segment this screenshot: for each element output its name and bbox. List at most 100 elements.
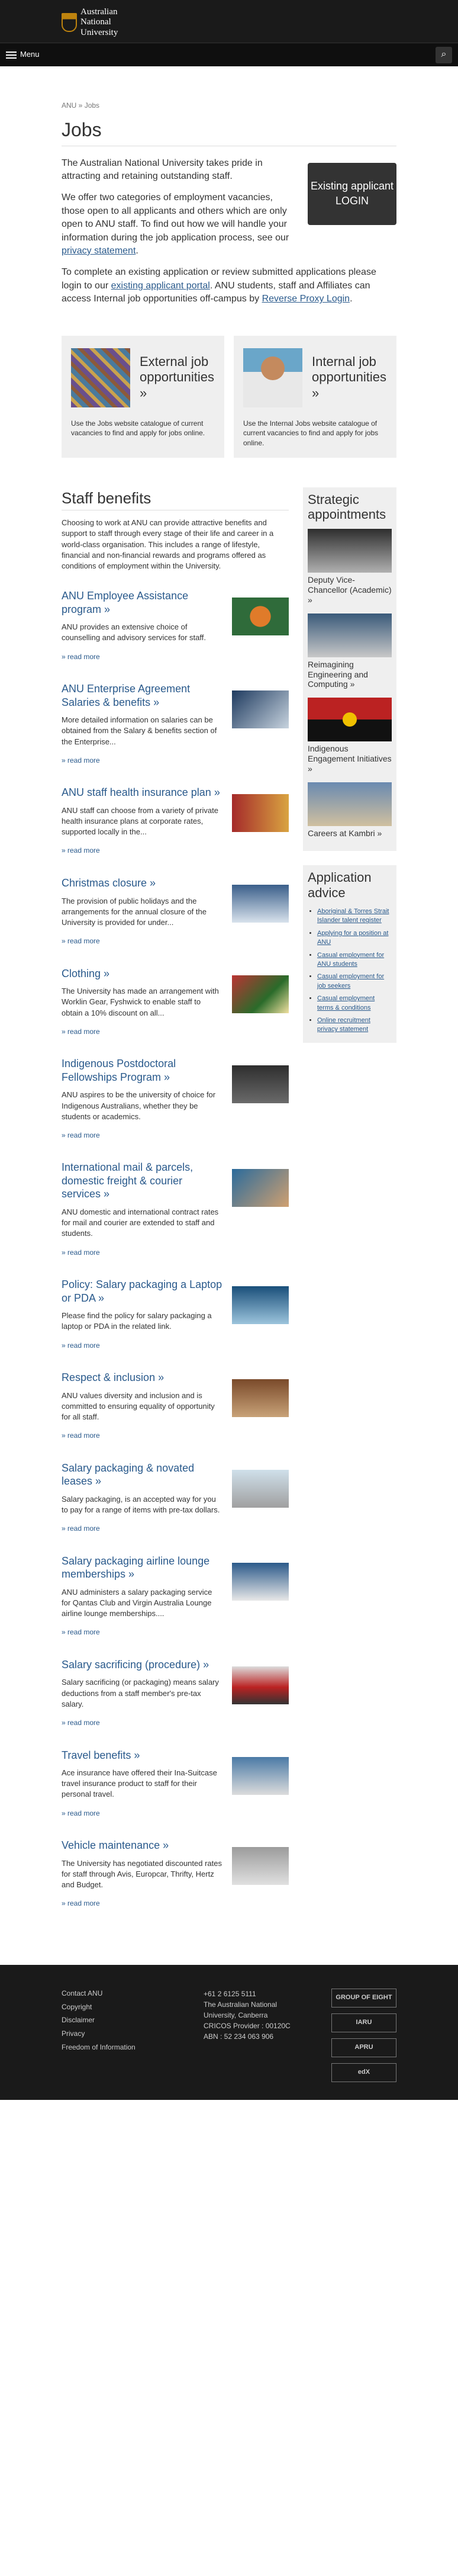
job-card-header: External job opportunities »: [71, 345, 215, 410]
read-more-link[interactable]: » read more: [62, 1809, 100, 1817]
read-more-link[interactable]: » read more: [62, 1899, 100, 1907]
main-content: ANU » Jobs Jobs The Australian National …: [0, 66, 458, 1929]
intro-section: The Australian National University takes…: [62, 157, 396, 266]
benefit-body: Policy: Salary packaging a Laptop or PDA…: [62, 1278, 222, 1351]
menu-button[interactable]: Menu: [6, 49, 40, 60]
benefit-text: Salary packaging, is an accepted way for…: [62, 1494, 220, 1514]
benefit-thumbnail[interactable]: [232, 1286, 289, 1325]
benefit-thumbnail[interactable]: [232, 1666, 289, 1704]
benefit-title-link[interactable]: Salary sacrificing (procedure) »: [62, 1658, 222, 1672]
read-more-link[interactable]: » read more: [62, 756, 100, 765]
benefit-title-link[interactable]: Clothing »: [62, 967, 222, 981]
external-jobs-link[interactable]: External job opportunities »: [140, 354, 215, 401]
existing-applicant-login-button[interactable]: Existing applicant LOGIN: [308, 162, 396, 225]
internal-jobs-link[interactable]: Internal job opportunities »: [312, 354, 387, 401]
read-more-link[interactable]: » read more: [62, 1628, 100, 1636]
existing-applicant-portal-link[interactable]: existing applicant portal: [111, 281, 210, 291]
advice-link[interactable]: Casual employment terms & conditions: [317, 995, 375, 1011]
benefit-thumbnail[interactable]: [232, 1756, 289, 1795]
benefit-thumbnail[interactable]: [232, 1469, 289, 1508]
read-more-link[interactable]: » read more: [62, 1131, 100, 1139]
benefit-thumbnail[interactable]: [232, 1065, 289, 1104]
internal-jobs-image[interactable]: [243, 348, 302, 407]
appointment-link[interactable]: Indigenous Engagement Initiatives »: [308, 744, 392, 773]
read-more-link[interactable]: » read more: [62, 1524, 100, 1533]
benefit-title-link[interactable]: Salary packaging airline lounge membersh…: [62, 1554, 222, 1581]
benefit-item: ANU Employee Assistance program » ANU pro…: [62, 589, 289, 662]
read-more-link[interactable]: » read more: [62, 1248, 100, 1257]
appointment-image[interactable]: [308, 529, 392, 573]
footer-link-foi[interactable]: Freedom of Information: [62, 2043, 136, 2051]
benefit-title-link[interactable]: Salary packaging & novated leases »: [62, 1462, 222, 1488]
external-jobs-image[interactable]: [71, 348, 130, 407]
appointment-link[interactable]: Careers at Kambri »: [308, 828, 392, 839]
benefit-body: Respect & inclusion » ANU values diversit…: [62, 1371, 222, 1441]
benefit-item: Clothing » The University has made an arr…: [62, 967, 289, 1038]
benefit-body: Indigenous Postdoctoral Fellowships Prog…: [62, 1057, 222, 1141]
go8-logo[interactable]: GROUP OF EIGHT: [331, 1988, 396, 2008]
advice-link[interactable]: Online recruitment privacy statement: [317, 1017, 370, 1033]
benefit-thumbnail[interactable]: [232, 885, 289, 923]
job-cards: External job opportunities » Use the Job…: [62, 335, 396, 458]
footer-link-disclaimer[interactable]: Disclaimer: [62, 2016, 95, 2024]
read-more-link[interactable]: » read more: [62, 937, 100, 945]
aboriginal-flag-image[interactable]: [308, 698, 392, 742]
footer-link-copyright[interactable]: Copyright: [62, 2003, 92, 2011]
read-more-link[interactable]: » read more: [62, 1027, 100, 1036]
benefit-thumbnail[interactable]: [232, 690, 289, 729]
benefit-thumbnail[interactable]: [232, 1562, 289, 1601]
benefit-item: International mail & parcels, domestic f…: [62, 1161, 289, 1258]
appointment-link[interactable]: Reimagining Engineering and Computing »: [308, 660, 392, 689]
page-title: Jobs: [62, 117, 396, 146]
benefit-title-link[interactable]: Respect & inclusion »: [62, 1371, 222, 1385]
advice-link[interactable]: Casual employment for ANU students: [317, 952, 384, 968]
search-button[interactable]: ⌕: [436, 46, 452, 63]
appointment-image[interactable]: [308, 613, 392, 657]
read-more-link[interactable]: » read more: [62, 1431, 100, 1440]
read-more-link[interactable]: » read more: [62, 1341, 100, 1350]
benefit-title-link[interactable]: Indigenous Postdoctoral Fellowships Prog…: [62, 1057, 222, 1084]
benefit-body: Salary sacrificing (procedure) » Salary s…: [62, 1658, 222, 1729]
benefit-title-link[interactable]: ANU staff health insurance plan »: [62, 786, 222, 799]
benefit-text: The provision of public holidays and the…: [62, 896, 207, 927]
benefit-title-link[interactable]: ANU Enterprise Agreement Salaries & bene…: [62, 682, 222, 709]
read-more-link[interactable]: » read more: [62, 1719, 100, 1727]
advice-link[interactable]: Applying for a position at ANU: [317, 930, 388, 946]
reverse-proxy-login-link[interactable]: Reverse Proxy Login: [262, 294, 350, 304]
benefit-title-link[interactable]: Christmas closure »: [62, 876, 222, 890]
privacy-statement-link[interactable]: privacy statement: [62, 246, 136, 256]
advice-link[interactable]: Aboriginal & Torres Strait Islander tale…: [317, 908, 389, 924]
benefit-thumbnail[interactable]: [232, 794, 289, 833]
benefit-thumbnail[interactable]: [232, 598, 289, 636]
edx-logo[interactable]: edX: [331, 2063, 396, 2082]
appointment-image[interactable]: [308, 782, 392, 826]
benefit-body: ANU staff health insurance plan » ANU sta…: [62, 786, 222, 856]
breadcrumb-home[interactable]: ANU: [62, 101, 76, 110]
intro-text: The Australian National University takes…: [62, 157, 296, 266]
benefit-thumbnail[interactable]: [232, 1847, 289, 1886]
benefit-title-link[interactable]: Policy: Salary packaging a Laptop or PDA…: [62, 1278, 222, 1305]
advice-link[interactable]: Casual employment for job seekers: [317, 973, 384, 989]
footer-link-contact[interactable]: Contact ANU: [62, 1989, 102, 1997]
benefit-item: Salary sacrificing (procedure) » Salary s…: [62, 1658, 289, 1729]
benefit-title-link[interactable]: Travel benefits »: [62, 1749, 222, 1762]
logo-line: National: [80, 17, 111, 27]
logo-line: University: [80, 27, 118, 37]
benefit-thumbnail[interactable]: [232, 1379, 289, 1418]
appointment-link[interactable]: Deputy Vice-Chancellor (Academic) »: [308, 575, 392, 605]
benefit-title-link[interactable]: ANU Employee Assistance program »: [62, 589, 222, 616]
benefit-thumbnail[interactable]: [232, 1169, 289, 1207]
benefit-title-link[interactable]: Vehicle maintenance »: [62, 1839, 222, 1852]
apru-logo[interactable]: APRU: [331, 2038, 396, 2057]
benefit-thumbnail[interactable]: [232, 975, 289, 1013]
external-jobs-card: External job opportunities » Use the Job…: [62, 335, 224, 458]
read-more-link[interactable]: » read more: [62, 653, 100, 661]
footer-link-privacy[interactable]: Privacy: [62, 2029, 85, 2038]
benefit-item: Salary packaging airline lounge membersh…: [62, 1554, 289, 1638]
anu-logo[interactable]: Australian National University: [62, 5, 156, 40]
benefit-title-link[interactable]: International mail & parcels, domestic f…: [62, 1161, 222, 1201]
benefit-body: Salary packaging & novated leases » Salar…: [62, 1462, 222, 1534]
benefit-text: The University has made an arrangement w…: [62, 987, 219, 1017]
read-more-link[interactable]: » read more: [62, 846, 100, 855]
iaru-logo[interactable]: IARU: [331, 2013, 396, 2032]
